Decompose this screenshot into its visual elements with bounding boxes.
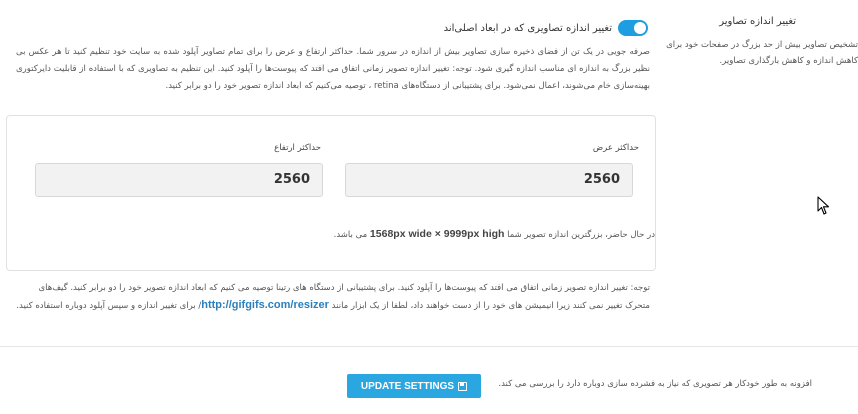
update-settings-button[interactable]: UPDATE SETTINGS [347,374,481,398]
main-description: صرفه جویی در یک تن از فضای ذخیره سازی تص… [16,47,650,91]
side-title: تغییر اندازه تصاویر [719,16,796,27]
current-size-suffix: می باشد. [333,230,368,240]
divider [0,346,858,347]
dimensions-box: حداکثر عرض 2560 حداکثر ارتفاع 2560 در حا… [6,115,656,271]
note-text-after: / برای تغییر اندازه و سپس آپلود دوباره ا… [16,301,202,311]
current-max-size: در حال حاضر، بزرگترین اندازه تصویر شما 1… [31,228,655,240]
save-icon [458,381,468,391]
current-size-prefix: در حال حاضر، بزرگترین اندازه تصویر شما [507,230,655,240]
max-height-label: حداکثر ارتفاع [274,143,321,153]
current-size-value: 1568px wide × 9999px high [369,228,505,240]
toggle-label: تغییر اندازه تصاویری که در ابعاد اصلی‌ان… [443,22,612,34]
resizer-link[interactable]: http://gifgifs.com/resizer [201,299,329,311]
footer-note: افزونه به طور خودکار هر تصویری که نیاز ب… [498,379,812,389]
update-settings-label: UPDATE SETTINGS [360,380,455,392]
max-width-label: حداکثر عرض [592,143,639,153]
side-description: تشخیص تصاویر بیش از حد بزرگ در صفحات خود… [666,40,858,66]
max-height-input[interactable]: 2560 [35,163,323,197]
mouse-cursor-icon [817,196,830,215]
gif-note: توجه: تغییر اندازه تصویر زمانی اتفاق می … [16,280,650,315]
resize-toggle[interactable] [618,20,648,36]
max-width-input[interactable]: 2560 [345,163,633,197]
toggle-knob [634,22,646,34]
resize-toggle-row[interactable]: تغییر اندازه تصاویری که در ابعاد اصلی‌ان… [444,20,648,36]
